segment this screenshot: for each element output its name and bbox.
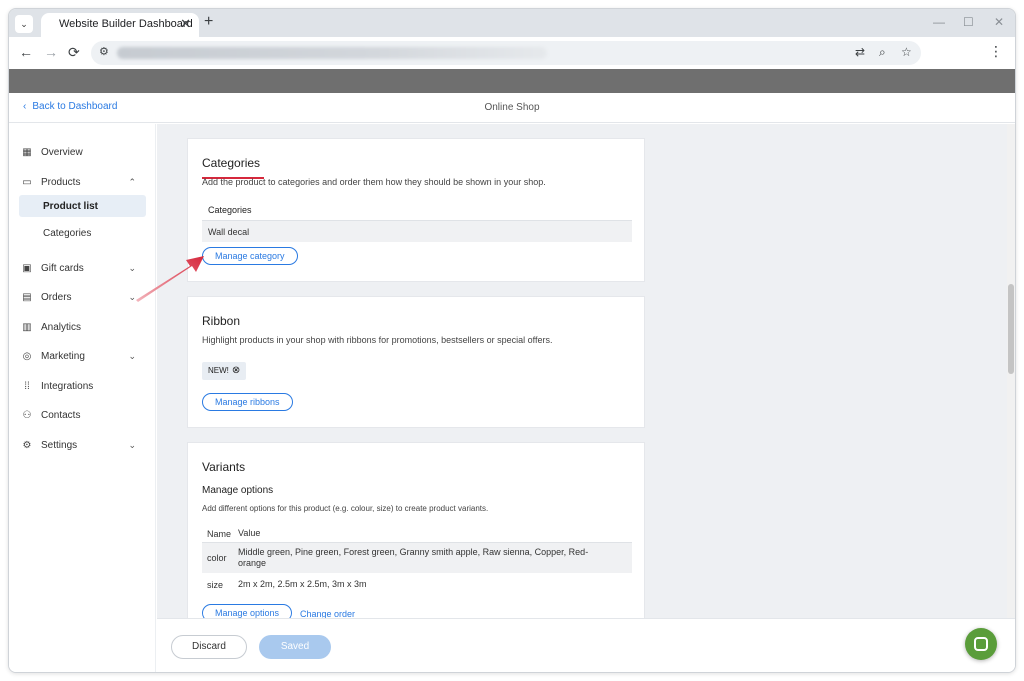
- ribbon-badge: NEW! ⊗: [202, 362, 247, 380]
- variant-name-cell: color: [207, 553, 227, 563]
- categories-table-header: Categories: [208, 205, 252, 215]
- bookmark-star-icon[interactable]: ☆: [901, 45, 912, 59]
- sidebar-item-label: Gift cards: [41, 262, 84, 274]
- sidebar-item-settings[interactable]: ⚙ Settings ⌄: [19, 434, 146, 456]
- sidebar-subitem-product-list[interactable]: Product list: [19, 195, 146, 217]
- browser-window: ⌄ Website Builder Dashboard ✕ + — ☐ ✕ ← …: [8, 8, 1016, 673]
- grid-icon: ▦: [22, 146, 32, 158]
- chevron-down-icon: ⌄: [128, 439, 136, 450]
- browser-tab[interactable]: Website Builder Dashboard ✕: [41, 13, 199, 37]
- manage-options-button[interactable]: Manage options: [202, 604, 293, 618]
- table-row: Wall decal: [202, 220, 632, 242]
- tab-title: Website Builder Dashboard: [59, 18, 193, 30]
- target-icon: ◎: [22, 350, 32, 362]
- sidebar-item-marketing[interactable]: ◎ Marketing ⌄: [19, 345, 146, 367]
- sidebar-item-label: Marketing: [41, 350, 85, 362]
- sidebar-item-label: Analytics: [41, 321, 82, 333]
- reload-icon[interactable]: ⟳: [68, 44, 80, 61]
- chevron-up-icon: ⌃: [128, 176, 136, 187]
- sidebar-item-orders[interactable]: ▤ Orders ⌄: [19, 286, 146, 308]
- variants-description: Add different options for this product (…: [202, 504, 489, 513]
- discard-button[interactable]: Discard: [171, 635, 247, 659]
- window-close-icon[interactable]: ✕: [994, 15, 1004, 29]
- back-arrow-icon[interactable]: ←: [19, 44, 33, 60]
- sidebar-item-products[interactable]: ▭ Products ⌃: [19, 171, 146, 193]
- variant-name-cell: size: [207, 579, 224, 590]
- address-bar[interactable]: ⚙ ⇄ ⌕ ☆: [91, 41, 921, 65]
- sidebar-item-label: Integrations: [41, 380, 94, 392]
- sidebar-item-contacts[interactable]: ⚇ Contacts: [19, 404, 146, 426]
- page-top-band: [9, 69, 1015, 93]
- manage-ribbons-button[interactable]: Manage ribbons: [202, 393, 293, 411]
- sidebar-item-integrations[interactable]: ⁞⁞ Integrations: [19, 375, 146, 397]
- variants-table-header: Name Value: [202, 525, 632, 543]
- sidebar-item-label: Overview: [41, 146, 83, 158]
- list-icon: ▤: [22, 291, 32, 303]
- site-info-icon[interactable]: ⚙: [99, 45, 109, 58]
- page-title: Online Shop: [484, 102, 540, 113]
- variants-title: Variants: [202, 460, 246, 474]
- column-header-value: Value: [238, 528, 261, 538]
- sidebar: ▦ Overview ▭ Products ⌃ Product list Cat…: [9, 124, 156, 672]
- chevron-down-icon: ⌄: [128, 291, 136, 302]
- sidebar-subitem-categories[interactable]: Categories: [19, 222, 146, 244]
- tab-search-chevron-icon[interactable]: ⌄: [15, 15, 33, 33]
- chat-bubble-icon: [974, 637, 988, 651]
- new-tab-icon[interactable]: +: [204, 13, 213, 31]
- gift-icon: ▣: [22, 262, 32, 274]
- variant-value-cell: 2m x 2m, 2.5m x 2.5m, 3m x 3m: [238, 579, 367, 589]
- remove-circle-icon[interactable]: ⊗: [232, 365, 240, 376]
- table-row: size 2m x 2m, 2.5m x 2.5m, 3m x 3m: [202, 573, 632, 596]
- table-row: color Middle green, Pine green, Forest g…: [202, 543, 632, 573]
- main-content: Categories Add the product to categories…: [157, 124, 1015, 618]
- chat-support-button[interactable]: [965, 628, 997, 660]
- main-scrollbar[interactable]: [1007, 124, 1015, 618]
- browser-toolbar: ← → ⟳ ⚙ ⇄ ⌕ ☆ ⋮: [9, 37, 1015, 69]
- url-text-blurred: [117, 47, 547, 59]
- gear-icon: ⚙: [22, 439, 32, 451]
- minimize-icon[interactable]: —: [933, 15, 945, 29]
- sidebar-item-overview[interactable]: ▦ Overview: [19, 141, 146, 163]
- column-header-name: Name: [207, 528, 232, 539]
- bar-chart-icon: ▥: [22, 321, 32, 333]
- box-icon: ▭: [22, 176, 32, 188]
- people-icon: ⚇: [22, 409, 32, 421]
- tab-strip: ⌄ Website Builder Dashboard ✕ + — ☐ ✕: [9, 9, 1015, 37]
- sidebar-item-label: Contacts: [41, 409, 81, 421]
- categories-description: Add the product to categories and order …: [202, 177, 546, 187]
- manage-options-subtitle: Manage options: [202, 485, 274, 496]
- tab-close-icon[interactable]: ✕: [180, 16, 191, 32]
- sidebar-item-label: Orders: [41, 291, 72, 303]
- maximize-icon[interactable]: ☐: [963, 15, 974, 29]
- sidebar-item-label: Products: [41, 176, 81, 188]
- variants-card: Variants Manage options Add different op…: [187, 442, 645, 618]
- ribbon-title: Ribbon: [202, 314, 241, 328]
- saved-button[interactable]: Saved: [259, 635, 331, 659]
- forward-arrow-icon[interactable]: →: [44, 44, 58, 60]
- variants-table: Name Value color Middle green, Pine gree…: [202, 525, 632, 596]
- manage-category-button[interactable]: Manage category: [202, 247, 298, 265]
- sidebar-item-analytics[interactable]: ▥ Analytics: [19, 316, 146, 338]
- sidebar-item-gift-cards[interactable]: ▣ Gift cards ⌄: [19, 257, 146, 279]
- translate-icon[interactable]: ⇄: [855, 45, 865, 59]
- categories-card: Categories Add the product to categories…: [187, 138, 645, 282]
- dots-grid-icon: ⁞⁞: [24, 380, 30, 392]
- scrollbar-thumb[interactable]: [1008, 284, 1014, 374]
- categories-title: Categories: [202, 156, 261, 170]
- ribbon-description: Highlight products in your shop with rib…: [202, 335, 553, 345]
- app-header: ‹ Back to Dashboard Online Shop: [9, 93, 1015, 123]
- sidebar-item-label: Settings: [41, 439, 78, 451]
- variant-value-cell: Middle green, Pine green, Forest green, …: [238, 547, 589, 568]
- chevron-down-icon: ⌄: [128, 262, 136, 273]
- ribbon-card: Ribbon Highlight products in your shop w…: [187, 296, 645, 428]
- ribbon-badge-label: NEW!: [208, 366, 229, 375]
- chevron-down-icon: ⌄: [128, 350, 136, 361]
- zoom-icon[interactable]: ⌕: [879, 45, 886, 60]
- change-order-link[interactable]: Change order: [300, 609, 355, 618]
- action-footer: Discard Saved: [157, 618, 1015, 672]
- browser-menu-icon[interactable]: ⋮: [989, 43, 1003, 60]
